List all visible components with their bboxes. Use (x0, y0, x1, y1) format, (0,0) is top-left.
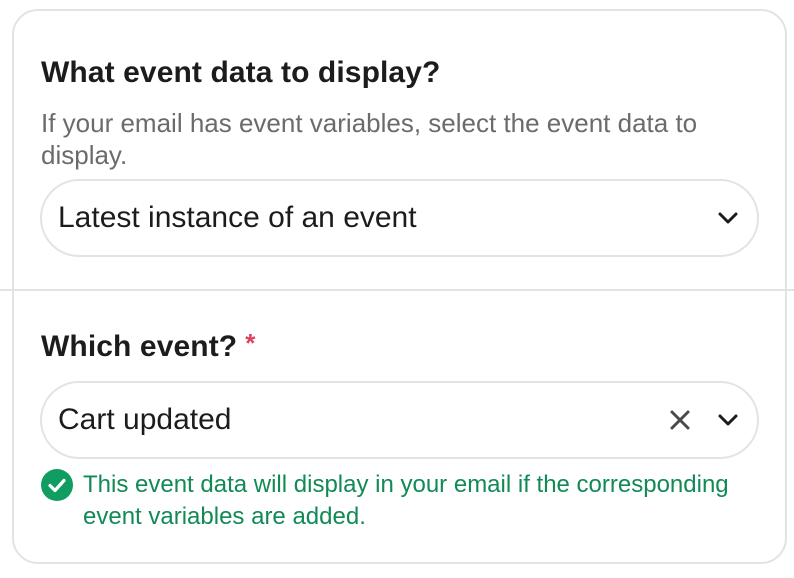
check-circle-icon (41, 469, 73, 501)
event-select-value: Cart updated (58, 403, 232, 436)
event-select[interactable]: Cart updated (40, 381, 759, 459)
chevron-down-icon[interactable] (713, 405, 743, 435)
which-event-label: Which event? (41, 330, 238, 363)
display-data-helper-text: If your email has event variables, selec… (41, 108, 698, 170)
event-data-select[interactable]: Latest instance of an event (40, 179, 759, 257)
which-event-heading: Which event? * (41, 328, 256, 364)
display-data-heading: What event data to display? (41, 56, 441, 89)
chevron-down-icon[interactable] (713, 203, 743, 233)
event-data-select-value: Latest instance of an event (58, 201, 417, 234)
close-icon[interactable] (665, 405, 695, 435)
success-message-text: This event data will display in your ema… (83, 471, 729, 530)
section-divider (0, 289, 794, 291)
required-indicator: * (245, 328, 256, 358)
